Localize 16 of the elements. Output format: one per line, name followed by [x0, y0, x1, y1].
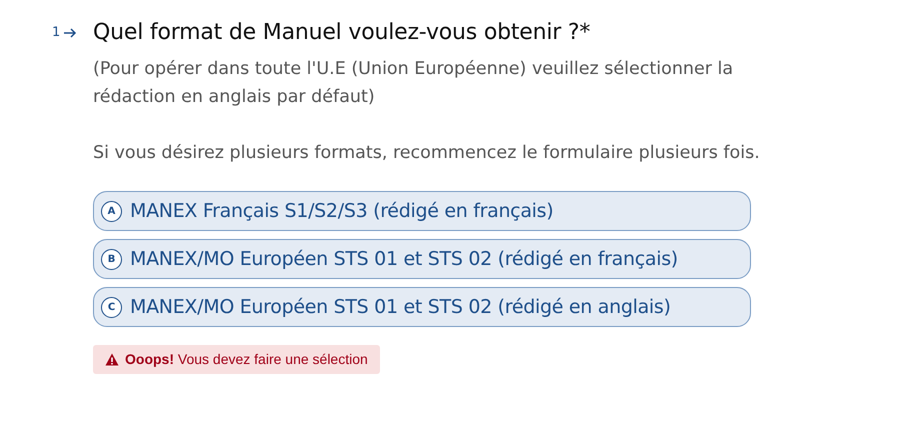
question-number: 1: [52, 25, 60, 40]
question-title: Quel format de Manuel voulez-vous obtenir ?*: [93, 20, 590, 45]
choice-label: MANEX Français S1/S2/S3 (rédigé en français): [130, 200, 554, 222]
question-description: (Pour opérer dans toute l'U.E (Union Européenne) veuillez sélectionner la rédaction en anglais par défaut): [93, 58, 734, 109]
warning-icon: [105, 352, 119, 366]
choice-label: MANEX/MO Européen STS 01 et STS 02 (rédigé en français): [130, 248, 678, 270]
choice-key: C: [101, 296, 122, 318]
choice-key: B: [101, 248, 122, 270]
choice-label: MANEX/MO Européen STS 01 et STS 02 (rédigé en anglais): [130, 296, 671, 318]
arrow-icon: [63, 28, 78, 38]
error-message: Ooops! Vous devez faire une sélection: [125, 351, 368, 367]
choice-option[interactable]: A MANEX Français S1/S2/S3 (rédigé en français): [93, 191, 751, 231]
question-description: Si vous désirez plusieurs formats, recommencez le formulaire plusieurs fois.: [93, 142, 761, 165]
choice-key: A: [101, 200, 122, 222]
choice-option[interactable]: C MANEX/MO Européen STS 01 et STS 02 (rédigé en anglais): [93, 287, 751, 327]
choice-option[interactable]: B MANEX/MO Européen STS 01 et STS 02 (rédigé en français): [93, 239, 751, 279]
